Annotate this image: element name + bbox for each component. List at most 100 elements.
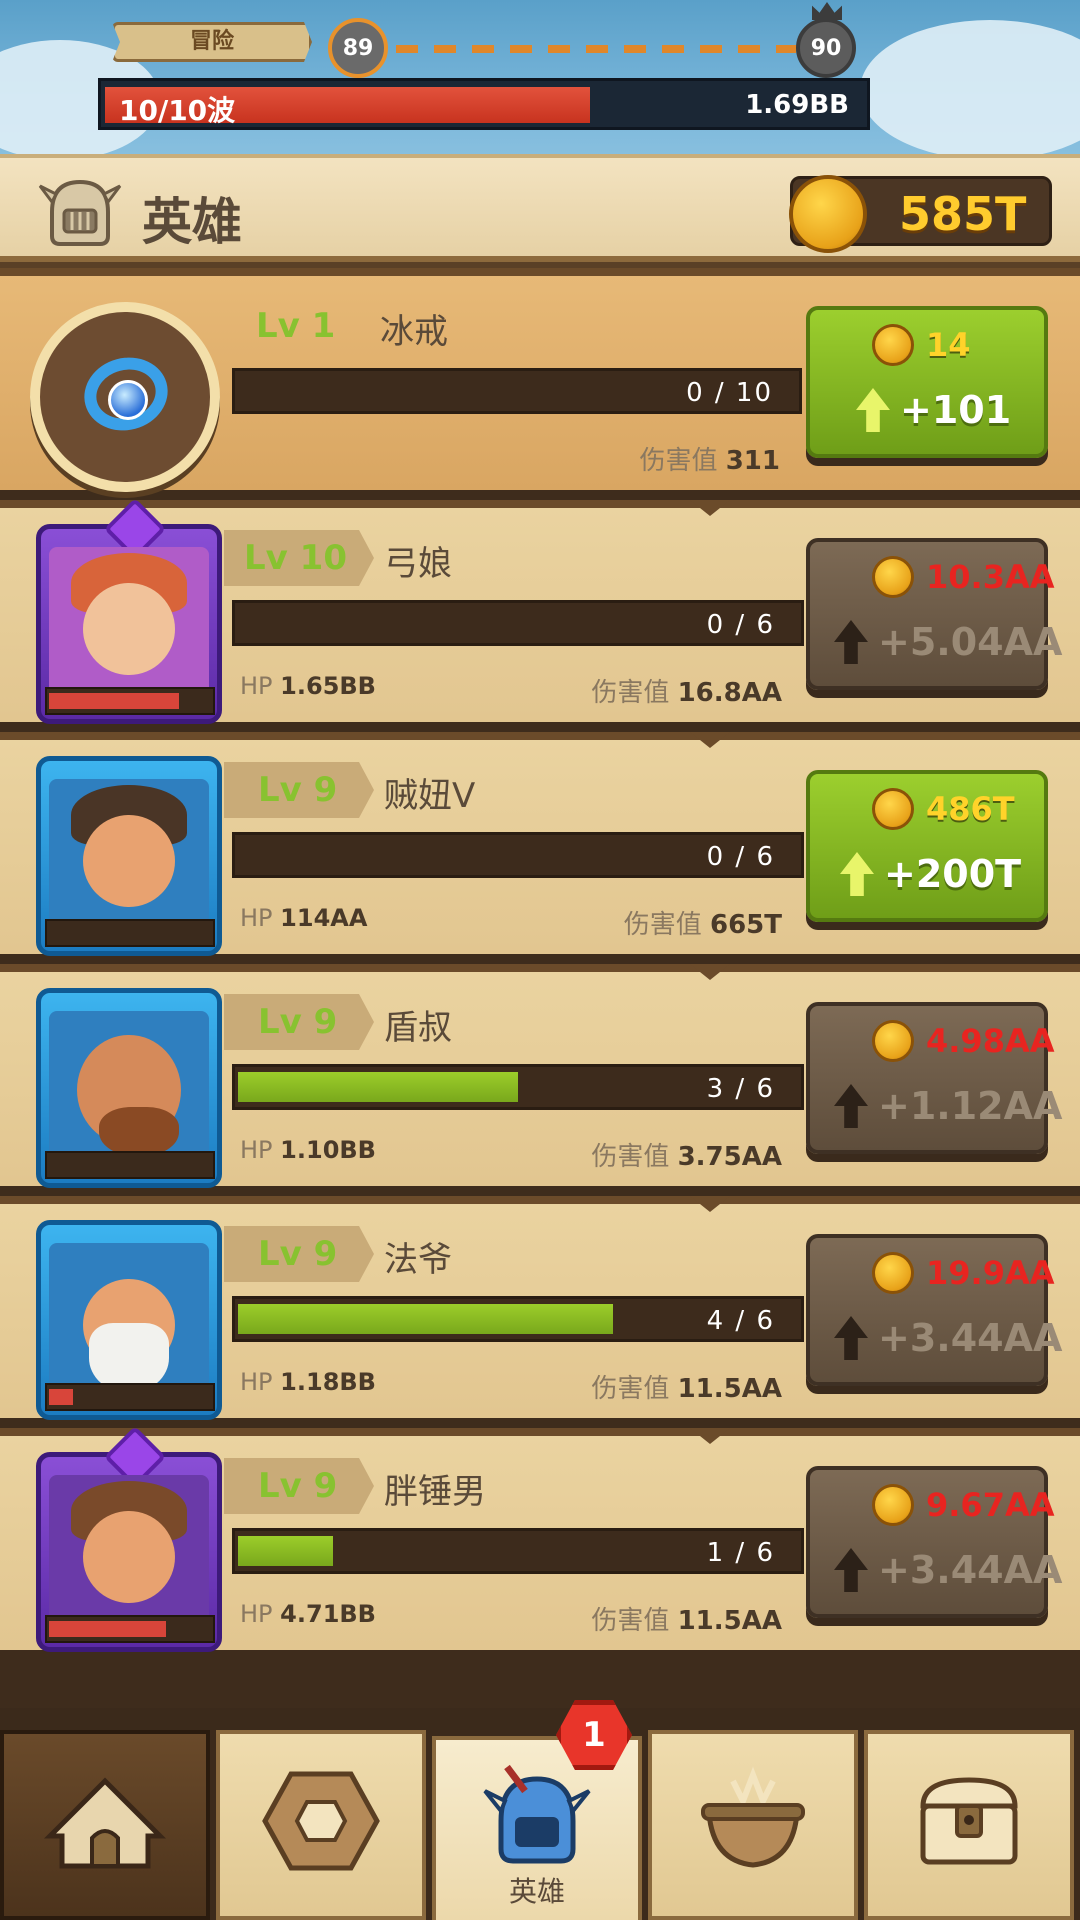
tab-rune[interactable] [216, 1730, 426, 1920]
heroes-header: 英雄 585T [0, 154, 1080, 262]
xp-text: 0 / 10 [686, 378, 773, 408]
upgrade-cost: 14 [926, 326, 971, 364]
xp-fill [238, 1536, 334, 1566]
upgrade-cost: 4.98AA [926, 1022, 1055, 1060]
cauldron-icon [701, 1767, 805, 1868]
upgrade-gain: +200T [884, 852, 1022, 896]
coin-icon [872, 1252, 914, 1294]
hero-portrait[interactable] [36, 1220, 222, 1420]
hp-stat: HP 1.10BB [240, 1136, 376, 1164]
level-tag: Lv 10 [224, 530, 374, 586]
upgrade-gain: +1.12AA [878, 1084, 1063, 1128]
level-value: Lv 9 [258, 1466, 338, 1506]
upgrade-button-disabled[interactable]: 9.67AA +3.44AA [806, 1466, 1062, 1618]
hero-portrait[interactable] [36, 988, 222, 1188]
damage-stat: 伤害值 11.5AA [591, 1374, 782, 1404]
gold-amount: 585T [899, 187, 1027, 241]
upgrade-button[interactable]: 486T +200T [806, 770, 1048, 922]
ring-gem-icon [108, 380, 148, 420]
hero-portrait[interactable] [36, 1425, 222, 1652]
hero-row-archer: Lv 10 弓娘 0 / 6 HP 1.65BB 伤害值 16.8AA 10.3… [0, 497, 1080, 724]
upgrade-cost: 9.67AA [926, 1486, 1055, 1524]
mode-banner[interactable]: 冒险 [112, 22, 312, 62]
helmet-icon [38, 179, 122, 246]
xp-text: 3 / 6 [706, 1074, 775, 1104]
level-tag: Lv 1 [232, 298, 382, 354]
hp-stat: HP 114AA [240, 904, 368, 932]
page-title: 英雄 [142, 193, 242, 251]
row-divider-notch [690, 1196, 730, 1212]
tent-icon [43, 1777, 167, 1869]
arrow-up-icon [840, 852, 874, 896]
level-value: Lv 1 [256, 306, 336, 346]
level-value: Lv 9 [258, 770, 338, 810]
xp-bar: 0 / 10 [232, 368, 802, 414]
hp-stat: HP 1.65BB [240, 672, 376, 700]
xp-text: 1 / 6 [706, 1538, 775, 1568]
hero-hp-fill [49, 693, 179, 709]
xp-bar: 4 / 6 [232, 1296, 804, 1342]
hero-hp-bar [45, 687, 215, 715]
hero-portrait[interactable] [36, 756, 222, 956]
level-value: Lv 9 [258, 1002, 338, 1042]
row-divider-notch [690, 964, 730, 980]
tab-heroes-label: 英雄 [508, 1875, 565, 1908]
face [83, 815, 175, 907]
arrow-up-icon [856, 388, 890, 432]
upgrade-gain: +3.44AA [878, 1316, 1063, 1360]
upgrade-button-disabled[interactable]: 10.3AA +5.04AA [806, 538, 1062, 690]
upgrade-button-disabled[interactable]: 19.9AA +3.44AA [806, 1234, 1062, 1386]
upgrade-button[interactable]: 14 +101 [806, 306, 1048, 458]
upgrade-gain: +5.04AA [878, 620, 1063, 664]
xp-bar: 3 / 6 [232, 1064, 804, 1110]
knight-helmet-icon [483, 1765, 591, 1864]
hero-hp-fill [49, 1389, 74, 1405]
wave-health-bar: 10/10波 1.69BB [98, 78, 870, 130]
row-divider-notch [690, 500, 730, 516]
hero-name: 冰戒 [380, 312, 448, 352]
hero-hp-bar [45, 919, 215, 947]
hero-name: 弓娘 [384, 544, 452, 584]
hero-row-mage: Lv 9 法爷 4 / 6 HP 1.18BB 伤害值 11.5AA 19.9A… [0, 1196, 1080, 1420]
hero-hp-fill [49, 1621, 166, 1637]
level-tag: Lv 9 [224, 1458, 374, 1514]
hero-row-ice-ring: Lv 1 冰戒 0 / 10 伤害值 311 14 +101 [0, 268, 1080, 492]
damage-stat: 伤害值 16.8AA [591, 678, 782, 708]
tab-alchemy[interactable] [648, 1730, 858, 1920]
hero-name: 法爷 [384, 1240, 452, 1280]
rune-stone-icon [262, 1771, 380, 1871]
hero-hp-bar [45, 1615, 215, 1643]
stage-hud: 冒险 89 90 10/10波 1.69BB [0, 0, 1080, 170]
damage-stat: 伤害值 311 [639, 446, 780, 476]
upgrade-cost: 10.3AA [926, 558, 1055, 596]
xp-text: 0 / 6 [706, 610, 775, 640]
beard [99, 1107, 179, 1157]
hero-name: 胖锤男 [384, 1472, 486, 1512]
hero-row-thief: Lv 9 贼妞V 0 / 6 HP 114AA 伤害值 665T 486T +2… [0, 732, 1080, 956]
coin-icon [872, 1020, 914, 1062]
gold-counter: 585T [789, 175, 1052, 253]
ice-ring-portrait[interactable] [30, 302, 220, 492]
hero-name: 贼妞V [384, 776, 476, 816]
hero-hp-bar [45, 1383, 215, 1411]
tab-chest[interactable] [864, 1730, 1074, 1920]
arrow-up-icon [834, 1084, 868, 1128]
upgrade-button-disabled[interactable]: 4.98AA +1.12AA [806, 1002, 1062, 1154]
enemy-hp-value: 1.69BB [745, 90, 849, 120]
hero-list[interactable]: Lv 1 冰戒 0 / 10 伤害值 311 14 +101 Lv 10 弓娘 … [0, 268, 1080, 1708]
bottom-nav: 英雄 1 [0, 1700, 1080, 1920]
level-tag: Lv 9 [224, 1226, 374, 1282]
face [83, 1511, 175, 1603]
coin-icon [872, 556, 914, 598]
xp-text: 0 / 6 [706, 842, 775, 872]
hp-stat: HP 1.18BB [240, 1368, 376, 1396]
damage-stat: 伤害值 3.75AA [591, 1142, 782, 1172]
arrow-up-icon [834, 1548, 868, 1592]
hero-portrait[interactable] [36, 497, 222, 724]
tab-camp[interactable] [0, 1730, 210, 1920]
cloud-decoration [860, 20, 1080, 160]
row-divider-notch [690, 1428, 730, 1444]
coin-icon [872, 1484, 914, 1526]
hero-row-hammer: Lv 9 胖锤男 1 / 6 HP 4.71BB 伤害值 11.5AA 9.67… [0, 1425, 1080, 1652]
current-stage-node: 89 [328, 18, 388, 78]
